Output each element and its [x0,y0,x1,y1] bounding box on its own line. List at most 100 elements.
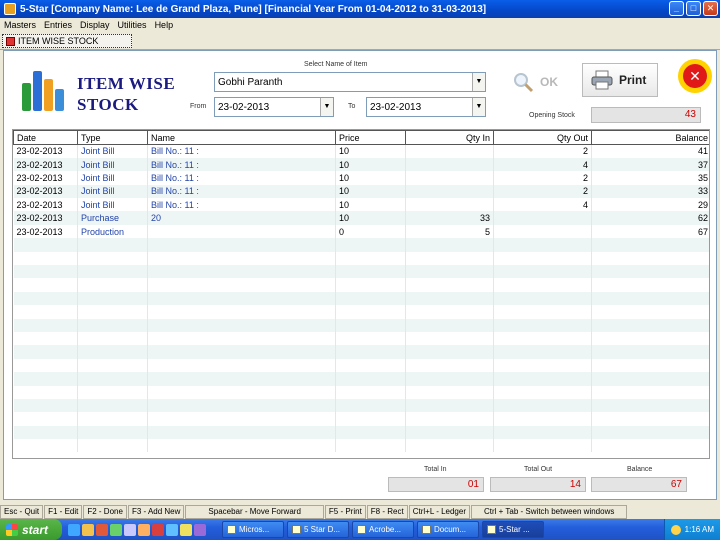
cell-price [335,372,406,386]
ok-button[interactable]: OK [512,67,572,97]
taskbar-item[interactable]: Acrobe... [352,521,414,538]
table-row[interactable]: 23-02-2013 Joint Bill Bill No.: 11 :10 2 35 [13,171,709,185]
shortcut-quit: Esc - Quit [0,505,44,519]
cell-date [13,398,78,413]
app-icon[interactable] [138,523,150,536]
table-row[interactable] [13,318,709,332]
table-row[interactable] [13,439,709,453]
balance-label: Balance [627,466,653,473]
cell-date: 23-02-2013 [13,144,78,158]
cell-qty-out: 2 [493,184,592,199]
table-row[interactable] [13,291,709,306]
cell-name [147,224,336,239]
start-button[interactable]: start [0,519,62,540]
app-icon[interactable] [166,523,178,536]
chevron-down-icon[interactable]: ▼ [320,98,333,116]
taskbar-item[interactable]: Micros... [222,521,284,538]
cell-price [335,412,406,426]
table-row[interactable] [13,412,709,426]
table-row[interactable] [13,425,709,440]
column-header-type[interactable]: Type [77,130,148,145]
column-header-balance[interactable]: Balance [591,130,709,145]
table-row[interactable]: 23-02-2013 Joint Bill Bill No.: 11 :10 4 37 [13,157,709,172]
table-row[interactable] [13,305,709,319]
cell-date: 23-02-2013 [13,224,78,239]
folder-icon[interactable] [180,523,192,536]
app-icon[interactable] [194,523,206,536]
cell-balance: 35 [591,171,709,185]
table-row[interactable] [13,265,709,279]
cell-date [13,331,78,346]
column-header-qty-in[interactable]: Qty In [405,130,494,145]
cell-qty-in: 33 [405,211,494,225]
minimize-button[interactable]: _ [669,1,684,16]
close-form-button[interactable]: ✕ [678,59,712,93]
print-button[interactable]: Print [582,63,658,97]
taskbar-item[interactable]: 5 Star D... [287,521,349,538]
window-close-button[interactable]: ✕ [703,1,718,16]
chevron-down-icon[interactable]: ▼ [472,73,485,91]
cell-qty-out [493,278,592,292]
browser-icon[interactable] [68,523,80,536]
table-row[interactable] [13,372,709,386]
folder-icon[interactable] [82,523,94,536]
table-row[interactable] [13,398,709,413]
cell-name [147,278,336,292]
app-icon[interactable] [124,523,136,536]
cell-name: Bill No.: 11 : [147,171,336,185]
to-date-select[interactable]: 23-02-2013 ▼ [366,97,486,117]
table-body: 23-02-2013 Joint Bill Bill No.: 11 :10 2 41 2… [13,144,709,453]
column-header-price[interactable]: Price [335,130,406,145]
cell-name [147,439,336,453]
stock-grid[interactable]: Date Type Name Price Qty In Qty Out Bala… [12,129,710,459]
table-row[interactable] [13,278,709,292]
table-row[interactable] [13,331,709,346]
taskbar-item-active[interactable]: 5-Star ... [482,521,544,538]
table-row[interactable] [13,345,709,359]
cell-type [77,372,148,386]
table-row[interactable]: 23-02-2013 Joint Bill Bill No.: 11 :10 4 29 [13,198,709,212]
menu-masters[interactable]: Masters [4,20,36,30]
table-row[interactable] [13,238,709,252]
menu-display[interactable]: Display [80,20,110,30]
table-row[interactable] [13,358,709,373]
document-icon [6,36,15,46]
cell-price [335,425,406,440]
menu-entries[interactable]: Entries [44,20,72,30]
cell-balance [591,265,709,279]
window-titlebar[interactable]: 5-Star [Company Name: Lee de Grand Plaza… [0,0,720,18]
taskbar-item[interactable]: Docum... [417,521,479,538]
table-row[interactable]: 23-02-2013 Purchase 20 10 33 62 [13,211,709,225]
chevron-down-icon[interactable]: ▼ [472,98,485,116]
cell-type [77,345,148,359]
tray-icon[interactable] [670,524,681,535]
cell-date [13,251,78,266]
table-row[interactable] [13,385,709,399]
tab-item-wise-stock[interactable]: ITEM WISE STOCK [2,34,132,48]
menu-utilities[interactable]: Utilities [118,20,147,30]
pdf-icon[interactable] [152,523,164,536]
app-icon[interactable] [110,523,122,536]
menu-bar: Masters Entries Display Utilities Help [0,18,720,31]
window-controls: _ □ ✕ [669,1,718,16]
cell-qty-in [405,425,494,440]
table-row[interactable]: 23-02-2013 Joint Bill Bill No.: 11 :10 2 41 [13,144,709,158]
cell-price [335,331,406,346]
from-date-select[interactable]: 23-02-2013 ▼ [214,97,334,117]
maximize-button[interactable]: □ [686,1,701,16]
column-header-name[interactable]: Name [147,130,336,145]
table-row[interactable]: 23-02-2013 Production 0 5 67 [13,224,709,239]
column-header-qty-out[interactable]: Qty Out [493,130,592,145]
table-row[interactable]: 23-02-2013 Joint Bill Bill No.: 11 :10 2 33 [13,184,709,199]
media-icon[interactable] [96,523,108,536]
table-row[interactable] [13,251,709,266]
cell-qty-out [493,318,592,332]
item-select[interactable]: Gobhi Paranth ▼ [214,72,486,92]
menu-help[interactable]: Help [155,20,174,30]
column-header-date[interactable]: Date [13,130,78,145]
cell-balance [591,425,709,440]
total-in-value: 01 [388,477,484,492]
cell-type: Joint Bill [77,198,148,212]
cell-name [147,372,336,386]
cell-balance: 29 [591,198,709,212]
